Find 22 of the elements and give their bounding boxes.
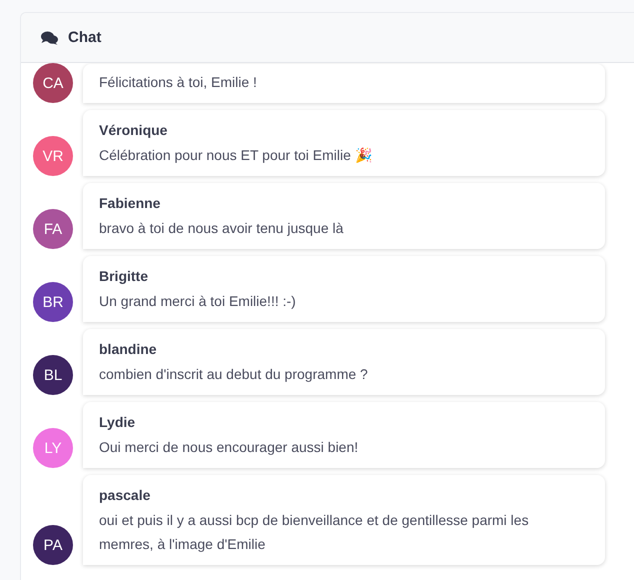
avatar: BL — [33, 355, 73, 395]
sender-name: Fabienne — [99, 194, 162, 213]
sender-name: Lydie — [99, 413, 136, 432]
message-text: Oui merci de nous encourager aussi bien! — [99, 438, 360, 457]
avatar: BR — [33, 282, 73, 322]
sender-name: pascale — [99, 486, 152, 505]
avatar: VR — [33, 136, 73, 176]
message-text: oui et puis il y a aussi bcp de bienveillance et de gentillesse parmi les memres, à l'image d'Emilie — [99, 511, 530, 554]
sender-name: Véronique — [99, 121, 168, 140]
panel-title: Chat — [68, 29, 102, 46]
message-text: Félicitations à toi, Emilie ! — [99, 73, 258, 92]
sender-name: blandine — [99, 340, 158, 359]
avatar: LY — [33, 428, 73, 468]
message-text: Célébration pour nous ET pour toi Emilie 🎉 — [99, 146, 373, 165]
message-text: Un grand merci à toi Emilie!!! :-) — [99, 292, 297, 311]
avatar: CA — [33, 63, 73, 103]
chat-icon — [41, 30, 58, 44]
avatar: FA — [33, 209, 73, 249]
avatar: PA — [33, 525, 73, 565]
sender-name: Brigitte — [99, 267, 149, 286]
message-text: combien d'inscrit au debut du programme ? — [99, 365, 369, 384]
message-text: bravo à toi de nous avoir tenu jusque là — [99, 219, 344, 238]
